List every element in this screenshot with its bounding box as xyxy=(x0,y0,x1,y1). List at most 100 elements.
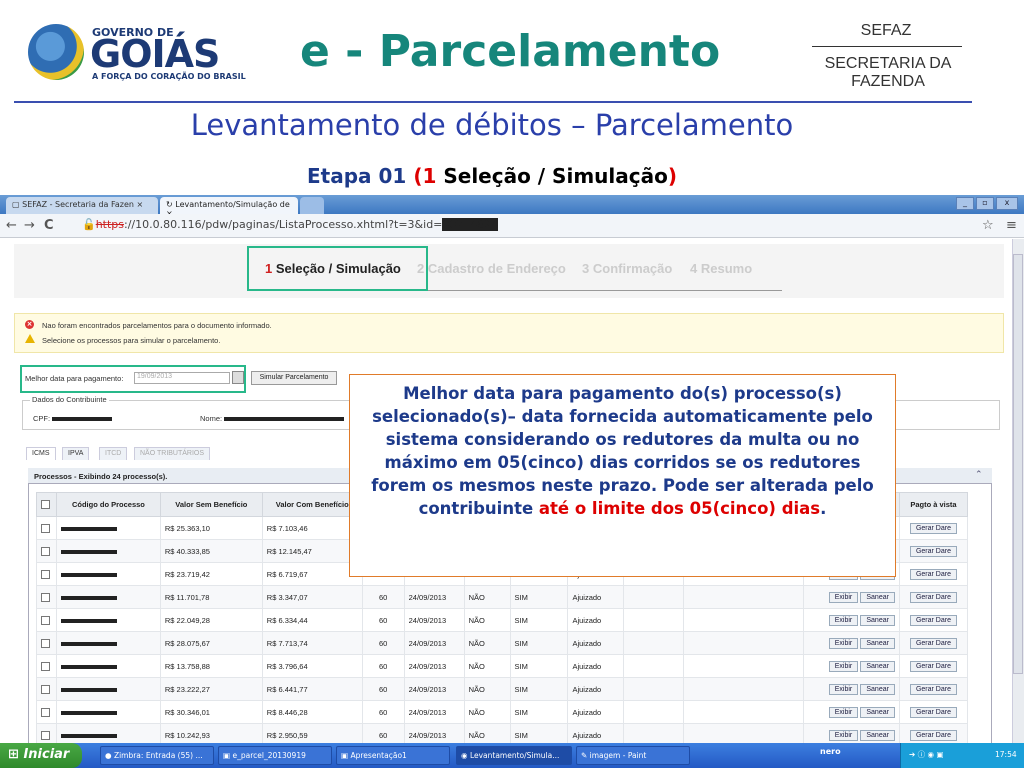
codigo-redacted xyxy=(60,572,117,577)
checkbox[interactable] xyxy=(41,661,50,671)
checkbox[interactable] xyxy=(41,707,50,717)
gerar-dare-button[interactable]: Gerar Dare xyxy=(909,683,957,695)
select-all-header[interactable] xyxy=(36,492,57,517)
checkbox[interactable] xyxy=(41,592,50,602)
simulate-button[interactable]: Simular Parcelamento xyxy=(251,371,337,385)
gerar-dare-button[interactable]: Gerar Dare xyxy=(909,591,957,603)
task-paint[interactable]: ✎ imagem - Paint xyxy=(576,746,690,765)
table-row: R$ 22.049,28 R$ 6.334,44 60 24/09/2013 N… xyxy=(36,608,969,632)
back-arrow-icon[interactable]: ← xyxy=(6,218,17,233)
tab-ipva[interactable]: IPVA xyxy=(62,447,90,460)
sanear-button[interactable]: Sanear xyxy=(860,660,895,672)
col-pagto: Pagto à vista xyxy=(898,492,969,517)
cell-sem: R$ 23.222,27 xyxy=(159,677,263,701)
cell-b: SIM xyxy=(509,631,569,655)
cell-sem: R$ 28.075,67 xyxy=(159,631,263,655)
checkbox[interactable] xyxy=(41,546,50,556)
scrollbar-thumb[interactable] xyxy=(1013,254,1023,674)
task-label: imagem - Paint xyxy=(589,751,647,760)
checkbox[interactable] xyxy=(41,569,50,579)
row-select[interactable] xyxy=(36,516,57,540)
gerar-dare-button[interactable]: Gerar Dare xyxy=(909,706,957,718)
exibir-button[interactable]: Exibir xyxy=(828,614,859,626)
sanear-button[interactable]: Sanear xyxy=(860,591,895,603)
gerar-dare-button[interactable]: Gerar Dare xyxy=(909,637,957,649)
cell-empty1 xyxy=(623,631,685,655)
name-redacted xyxy=(224,417,345,421)
error-icon: × xyxy=(25,320,34,329)
gerar-dare-button[interactable]: Gerar Dare xyxy=(909,729,957,741)
system-tray: ➔ ⓘ ◉ ▣ 17:54 xyxy=(900,743,1024,768)
start-button[interactable]: ⊞ Iniciar xyxy=(0,743,82,768)
cell-empty2 xyxy=(683,631,804,655)
close-window-button[interactable]: x xyxy=(996,197,1018,210)
close-icon[interactable]: × xyxy=(137,200,144,209)
cell-situacao: Ajuizado xyxy=(567,585,625,609)
codigo-redacted xyxy=(60,549,117,554)
checkbox[interactable] xyxy=(41,615,50,625)
gerar-dare-button[interactable]: Gerar Dare xyxy=(909,522,957,534)
cell-com: R$ 6.334,44 xyxy=(261,608,363,632)
url-field[interactable]: 🔓https://10.0.80.116/pdw/paginas/ListaPr… xyxy=(82,218,499,231)
cell-empty1 xyxy=(623,700,685,724)
sanear-button[interactable]: Sanear xyxy=(860,637,895,649)
exibir-button[interactable]: Exibir xyxy=(828,729,859,741)
cell-empty2 xyxy=(683,585,804,609)
bookmark-star-icon[interactable]: ☆ xyxy=(982,218,994,233)
tray-icons[interactable]: ➔ ⓘ ◉ ▣ xyxy=(909,749,944,760)
task-e-parcel[interactable]: ▣ e_parcel_20130919 xyxy=(218,746,332,765)
exibir-button[interactable]: Exibir xyxy=(828,683,859,695)
new-tab-button[interactable] xyxy=(300,197,324,214)
row-select[interactable] xyxy=(36,700,57,724)
row-select[interactable] xyxy=(36,608,57,632)
exibir-button[interactable]: Exibir xyxy=(828,637,859,649)
gerar-dare-button[interactable]: Gerar Dare xyxy=(909,545,957,557)
sanear-button[interactable]: Sanear xyxy=(860,614,895,626)
scroll-up-icon[interactable]: ⌃ xyxy=(975,470,983,480)
row-select[interactable] xyxy=(36,631,57,655)
sanear-button[interactable]: Sanear xyxy=(860,729,895,741)
minimize-button[interactable]: _ xyxy=(956,197,974,210)
task-apresentacao[interactable]: ▣ Apresentação1 xyxy=(336,746,450,765)
tab-itcd[interactable]: ITCD xyxy=(99,447,128,460)
tab-nao-tributarios[interactable]: NÃO TRIBUTÁRIOS xyxy=(134,447,211,460)
reload-icon[interactable]: C xyxy=(44,218,54,233)
tab-title: SEFAZ - Secretaria da Fazen xyxy=(22,200,134,209)
menu-icon[interactable]: ≡ xyxy=(1006,218,1017,233)
gerar-dare-button[interactable]: Gerar Dare xyxy=(909,614,957,626)
checkbox[interactable] xyxy=(41,500,50,510)
checkbox[interactable] xyxy=(41,523,50,533)
checkbox[interactable] xyxy=(41,638,50,648)
tab-icms[interactable]: ICMS xyxy=(26,447,56,460)
contributor-legend: Dados do Contribuinte xyxy=(30,395,109,404)
row-select[interactable] xyxy=(36,585,57,609)
gerar-dare-button[interactable]: Gerar Dare xyxy=(909,568,957,580)
gerar-dare-button[interactable]: Gerar Dare xyxy=(909,660,957,672)
sanear-button[interactable]: Sanear xyxy=(860,706,895,718)
task-zimbra[interactable]: ● Zimbra: Entrada (55) ... xyxy=(100,746,214,765)
row-select[interactable] xyxy=(36,539,57,563)
browser-tab-sefaz[interactable]: ▢ SEFAZ - Secretaria da Fazen × xyxy=(6,197,158,214)
maximize-button[interactable]: ▫ xyxy=(976,197,994,210)
task-levantamento[interactable]: ◉ Levantamento/Simula... xyxy=(456,746,572,765)
sanear-button[interactable]: Sanear xyxy=(860,683,895,695)
row-select[interactable] xyxy=(36,562,57,586)
checkbox[interactable] xyxy=(41,730,50,740)
start-label: Iniciar xyxy=(23,747,70,762)
cell-sem: R$ 25.363,10 xyxy=(159,516,263,540)
checkbox[interactable] xyxy=(41,684,50,694)
row-select[interactable] xyxy=(36,677,57,701)
cell-a: NÃO xyxy=(463,677,511,701)
cell-situacao: Ajuizado xyxy=(567,677,625,701)
row-select[interactable] xyxy=(36,654,57,678)
cell-pagto: Gerar Dare xyxy=(898,516,969,540)
exibir-button[interactable]: Exibir xyxy=(828,660,859,672)
forward-arrow-icon[interactable]: → xyxy=(24,218,35,233)
codigo-redacted xyxy=(60,526,117,531)
task-label: Levantamento/Simula... xyxy=(469,751,560,760)
exibir-button[interactable]: Exibir xyxy=(828,706,859,718)
browser-tab-levantamento[interactable]: ↻ Levantamento/Simulação de × xyxy=(160,197,298,218)
nero-tray[interactable]: nero xyxy=(820,747,841,756)
exibir-button[interactable]: Exibir xyxy=(828,591,859,603)
cell-com: R$ 7.713,74 xyxy=(261,631,363,655)
